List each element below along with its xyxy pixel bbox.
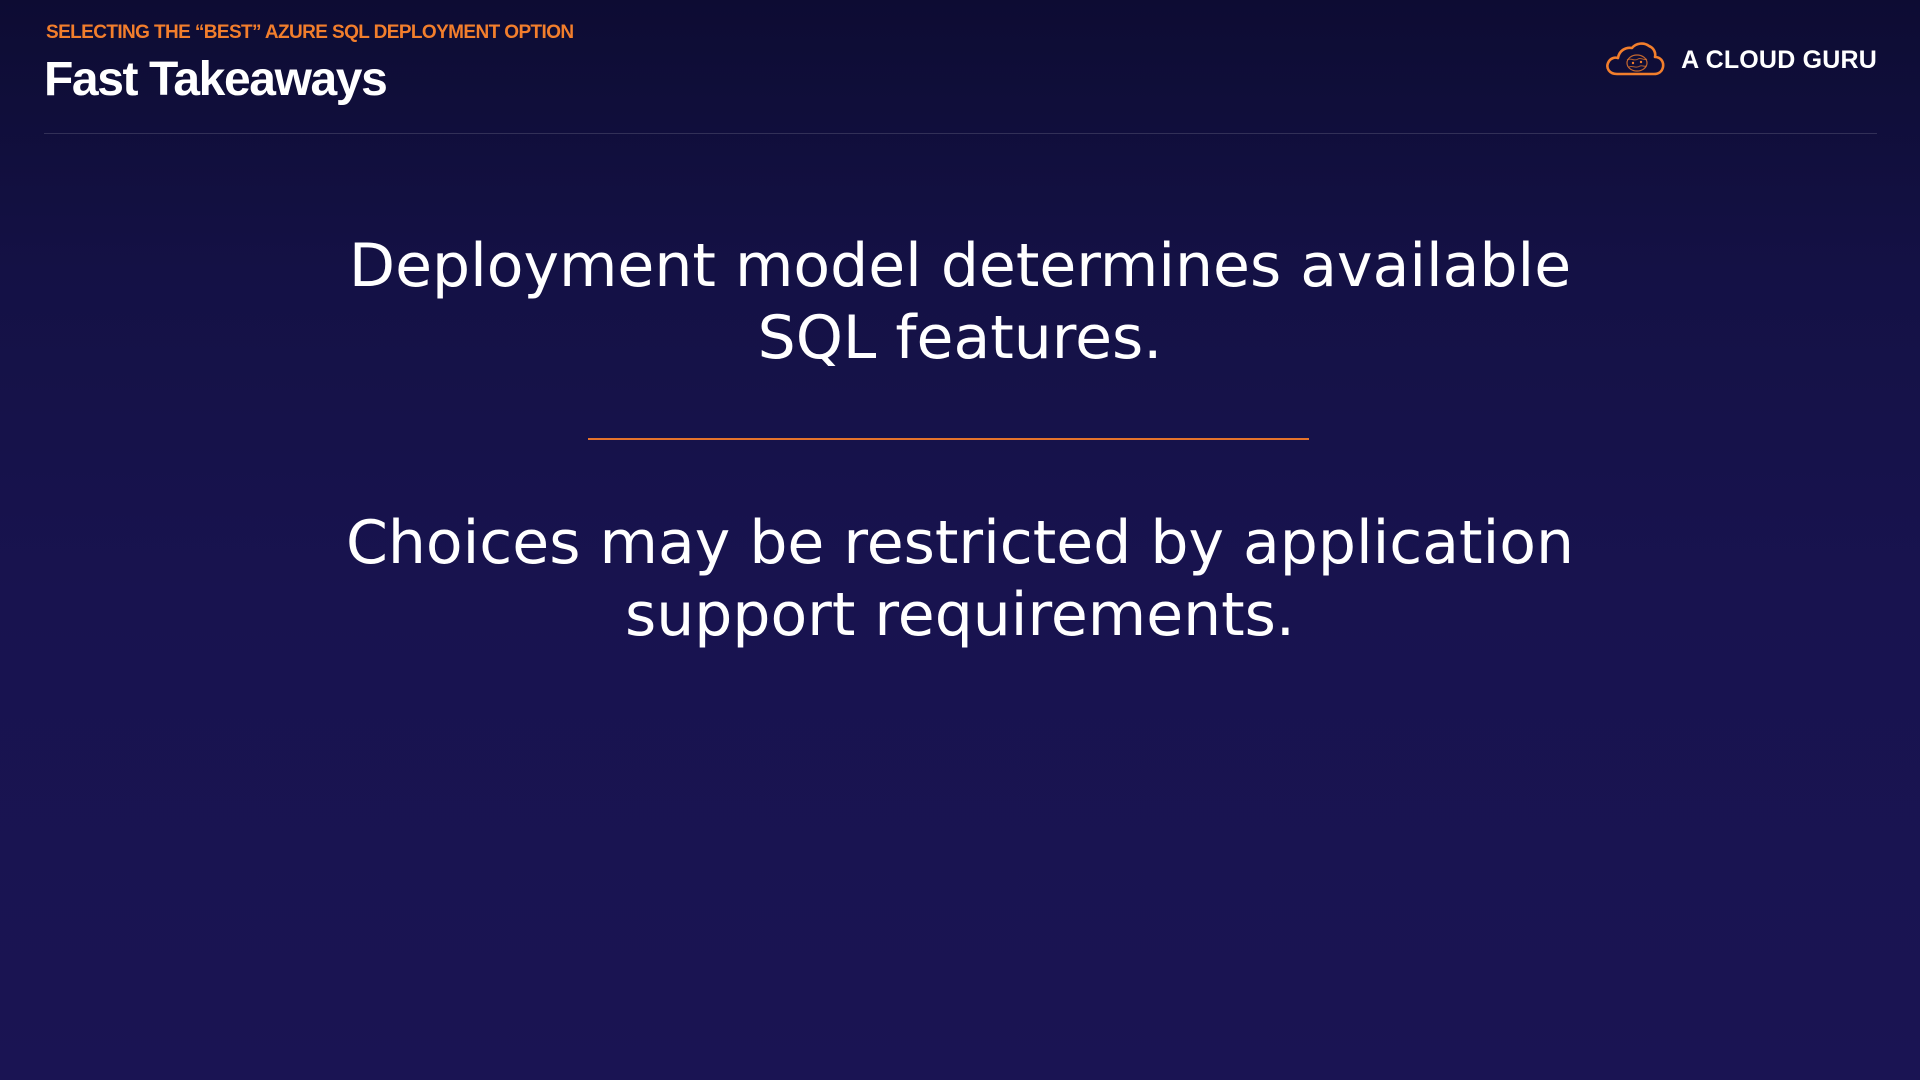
section-eyebrow: SELECTING THE “BEST” AZURE SQL DEPLOYMEN… [46, 22, 574, 43]
slide-title: Fast Takeaways [44, 53, 388, 106]
header-divider [44, 133, 1877, 134]
takeaway-1-line-1: Deployment model determines available [348, 231, 1572, 301]
brand-logo: A CLOUD GURU [1603, 36, 1877, 84]
takeaway-1-line-2: SQL features. [757, 303, 1163, 373]
brand-name: A CLOUD GURU [1681, 45, 1877, 74]
accent-divider [588, 438, 1309, 440]
takeaway-1: Deployment model determines available SQ… [0, 230, 1920, 374]
cloud-logo-icon [1606, 42, 1665, 76]
takeaway-2-line-1: Choices may be restricted by application [345, 508, 1574, 578]
takeaway-2: Choices may be restricted by application… [0, 507, 1920, 651]
slide-header: SELECTING THE “BEST” AZURE SQL DEPLOYMEN… [44, 22, 574, 107]
takeaway-2-line-2: support requirements. [625, 580, 1295, 650]
